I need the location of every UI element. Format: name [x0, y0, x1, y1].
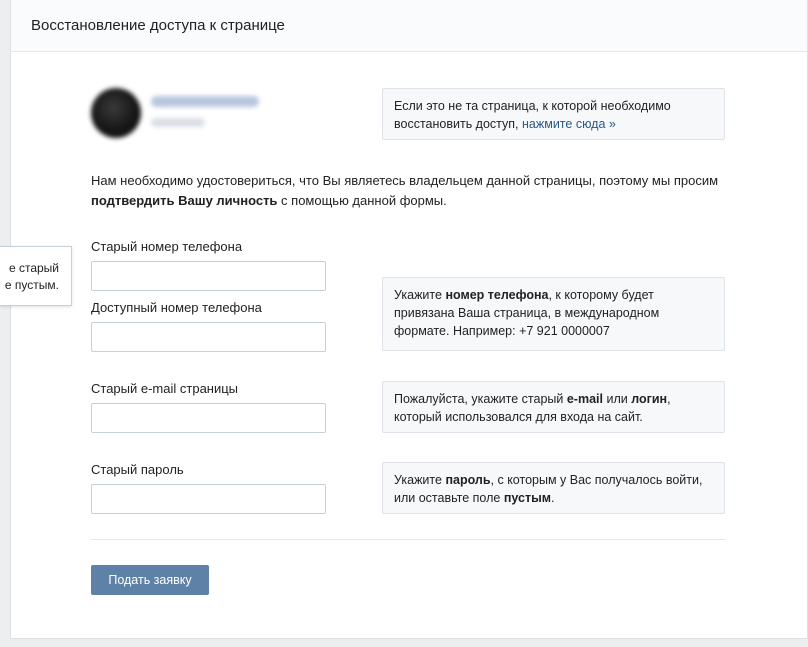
form-divider	[91, 539, 726, 540]
recovery-page: Восстановление доступа к странице Если э…	[10, 0, 808, 639]
tooltip-line-1: е старый	[8, 261, 59, 275]
old-password-input[interactable]	[91, 484, 326, 514]
intro-part2: с помощью данной формы.	[277, 193, 447, 208]
email-hint-bold1: e-mail	[566, 392, 603, 406]
intro-bold: подтвердить Вашу личность	[91, 193, 278, 208]
old-password-label: Старый пароль	[91, 462, 184, 477]
available-phone-input[interactable]	[91, 322, 326, 352]
wrong-page-link[interactable]: нажмите сюда »	[522, 117, 616, 131]
intro-text: Нам необходимо удостовериться, что Вы яв…	[91, 171, 731, 211]
page-header: Восстановление доступа к странице	[11, 0, 807, 52]
email-hint-part2: или	[603, 392, 632, 406]
email-hint-part1: Пожалуйста, укажите старый	[394, 392, 567, 406]
old-phone-input[interactable]	[91, 261, 326, 291]
old-phone-label: Старый номер телефона	[91, 239, 243, 254]
profile-status-blurred	[151, 118, 205, 127]
intro-part1: Нам необходимо удостовериться, что Вы яв…	[91, 173, 719, 188]
wrong-page-note: Если это не та страница, к которой необх…	[382, 88, 725, 140]
available-phone-label: Доступный номер телефона	[91, 300, 262, 315]
phone-hint-bold: номер телефона	[445, 288, 549, 302]
phone-hint-part1: Укажите	[394, 288, 446, 302]
old-email-input[interactable]	[91, 403, 326, 433]
email-hint: Пожалуйста, укажите старый e-mail или ло…	[382, 381, 725, 433]
email-hint-bold2: логин	[631, 392, 668, 406]
password-hint: Укажите пароль, с которым у Вас получало…	[382, 462, 725, 514]
profile-avatar	[91, 88, 141, 138]
submit-request-button[interactable]: Подать заявку	[91, 565, 209, 595]
old-email-label: Старый e-mail страницы	[91, 381, 239, 396]
validation-tooltip: е старый е пустым.	[0, 246, 72, 306]
password-hint-bold2: пустым	[503, 491, 552, 505]
password-hint-part1: Укажите	[394, 473, 446, 487]
page-title: Восстановление доступа к странице	[31, 17, 285, 34]
password-hint-bold1: пароль	[445, 473, 491, 487]
tooltip-line-2: е пустым.	[4, 278, 59, 292]
phone-hint: Укажите номер телефона, к которому будет…	[382, 277, 725, 351]
password-hint-part3: .	[551, 491, 555, 505]
profile-name-blurred	[151, 96, 259, 107]
